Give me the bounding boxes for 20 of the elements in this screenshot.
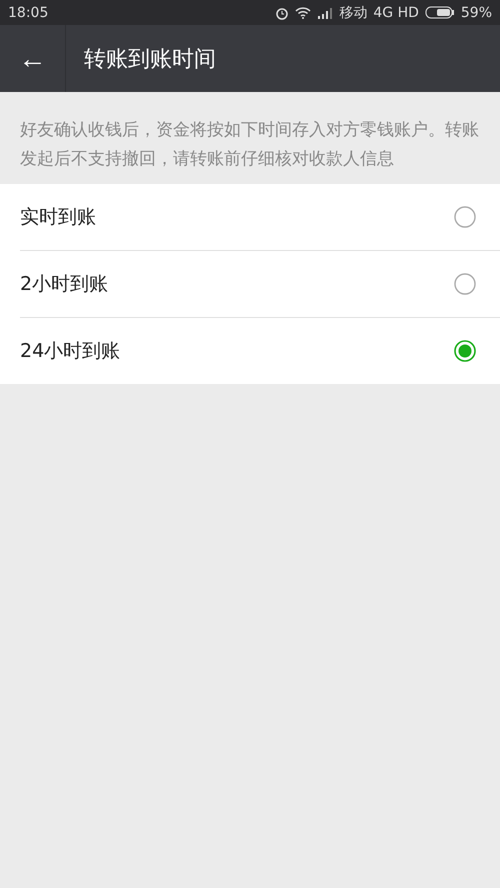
back-button[interactable]: ← (0, 25, 66, 92)
option-row[interactable]: 24小时到账 (20, 318, 500, 384)
radio-button[interactable] (454, 340, 476, 362)
network-type: 4G HD (373, 4, 419, 20)
notice-text: 好友确认收钱后，资金将按如下时间存入对方零钱账户。转账发起后不支持撤回，请转账前仔细核对收款人信息 (19, 119, 480, 171)
option-label: 2小时到账 (20, 272, 110, 297)
clock-time: 18:05 (8, 4, 48, 20)
battery-percent: 59% (460, 4, 492, 20)
battery-icon (424, 6, 455, 19)
option-row[interactable]: 2小时到账 (20, 251, 500, 318)
option-label: 24小时到账 (20, 339, 122, 364)
page-title: 转账到账时间 (84, 46, 216, 74)
wifi-icon (295, 6, 312, 18)
signal-icon (317, 6, 334, 18)
option-row[interactable]: 实时到账 (20, 184, 500, 251)
alarm-icon (275, 6, 290, 20)
option-label: 实时到账 (20, 205, 97, 230)
radio-button[interactable] (454, 273, 476, 295)
radio-button[interactable] (454, 206, 476, 228)
carrier-name: 移动 (339, 4, 368, 22)
